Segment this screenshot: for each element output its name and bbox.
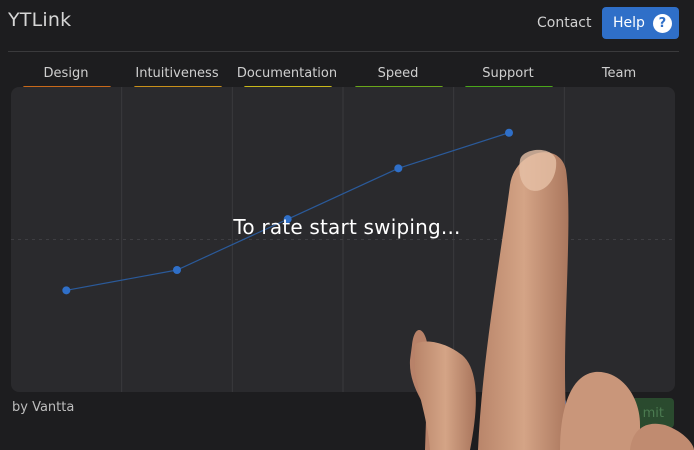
tutorial-hand-illustration	[409, 149, 694, 450]
